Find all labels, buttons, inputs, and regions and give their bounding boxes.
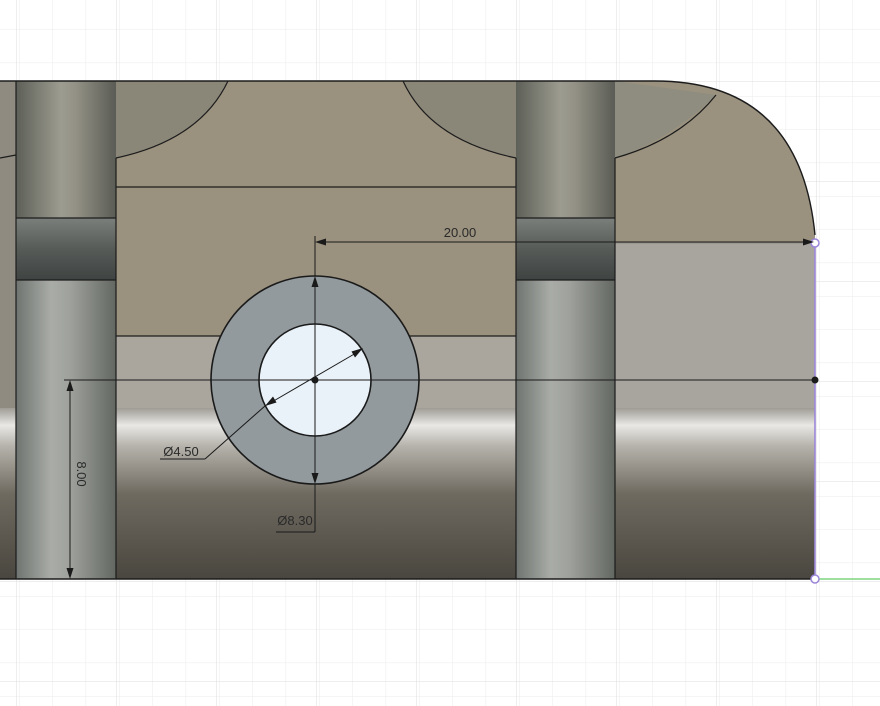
lower-cylinder-face <box>0 408 815 579</box>
dimension-outer-diameter-label: Ø8.30 <box>277 513 312 528</box>
sketch-point-bottom[interactable] <box>810 574 820 584</box>
dimension-horizontal-label: 20.00 <box>444 225 477 240</box>
sketch-point-top[interactable] <box>810 238 820 248</box>
right-face <box>615 243 815 408</box>
dimension-vertical-label: 8.00 <box>74 461 89 486</box>
edge-midpoint[interactable] <box>811 376 819 384</box>
cad-canvas[interactable]: 20.00 8.00 Ø8.30 Ø4.50 <box>0 0 880 706</box>
dimension-inner-diameter-label: Ø4.50 <box>163 444 198 459</box>
